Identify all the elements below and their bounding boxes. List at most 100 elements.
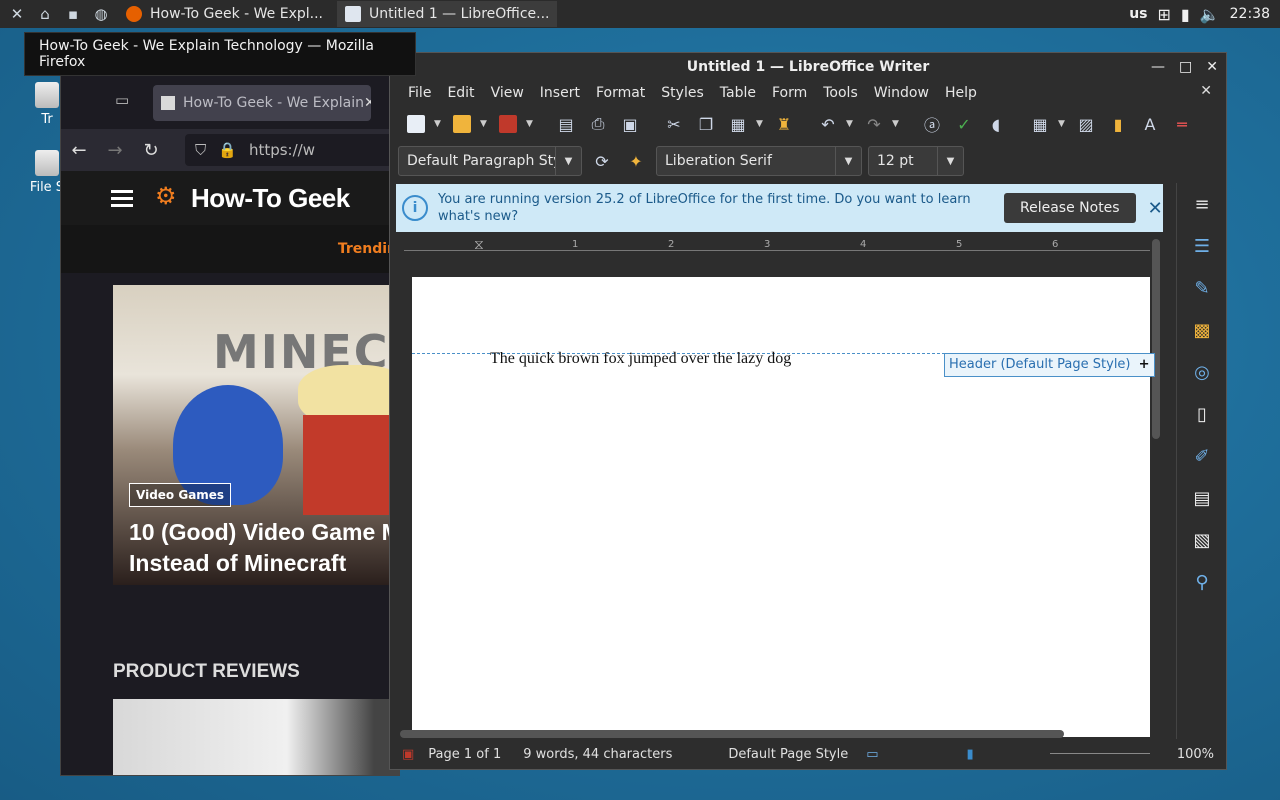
open-folder-icon[interactable] <box>448 110 476 138</box>
indent-marker-icon[interactable]: ⧖ <box>474 237 484 253</box>
manage-changes-icon[interactable]: ▤ <box>1177 477 1226 519</box>
release-notes-button[interactable]: Release Notes <box>1004 193 1136 223</box>
undo-icon[interactable]: ↶ <box>814 110 842 138</box>
home-icon[interactable]: ⌂ <box>34 3 56 25</box>
chevron-down-icon[interactable]: ▼ <box>835 147 861 175</box>
menu-window[interactable]: Window <box>866 85 937 101</box>
menu-table[interactable]: Table <box>712 85 764 101</box>
tab-list-icon[interactable]: ▭ <box>115 91 129 109</box>
document-modified-icon[interactable]: ▣ <box>402 747 414 762</box>
document-text[interactable]: The quick brown fox jumped over the lazy… <box>490 350 791 368</box>
zoom-level[interactable]: 100% <box>1177 747 1214 762</box>
shield-icon[interactable]: ⛉ <box>195 141 206 159</box>
new-document-icon[interactable] <box>402 110 430 138</box>
close-document-icon[interactable]: ✕ <box>1200 83 1212 99</box>
copy-icon[interactable]: ❐ <box>692 110 720 138</box>
insert-image-icon[interactable]: ▨ <box>1072 110 1100 138</box>
style-inspector-icon[interactable]: ✐ <box>1177 435 1226 477</box>
insert-textbox-icon[interactable]: A <box>1136 110 1164 138</box>
url-bar[interactable]: ⛉ 🔒 https://w <box>185 134 399 166</box>
design-icon[interactable]: ▧ <box>1177 519 1226 561</box>
sidebar-menu-icon[interactable]: ≡ <box>1177 183 1226 225</box>
maximize-icon[interactable]: □ <box>1179 53 1192 81</box>
undo-dropdown-icon[interactable]: ▼ <box>846 119 856 129</box>
find-icon[interactable]: ⚲ <box>1177 561 1226 603</box>
paste-icon[interactable]: ▦ <box>724 110 752 138</box>
close-window-icon[interactable]: ✕ <box>1206 53 1218 81</box>
menu-form[interactable]: Form <box>764 85 815 101</box>
minimize-icon[interactable]: — <box>1151 53 1165 81</box>
menu-edit[interactable]: Edit <box>439 85 482 101</box>
save-dropdown-icon[interactable]: ▼ <box>526 119 536 129</box>
paragraph-style-select[interactable]: Default Paragraph Sty ▼ <box>398 146 582 176</box>
reload-icon[interactable]: ↻ <box>133 140 169 161</box>
cut-icon[interactable]: ✂ <box>660 110 688 138</box>
font-name-select[interactable]: Liberation Serif ▼ <box>656 146 862 176</box>
globe-icon[interactable]: ◍ <box>90 3 112 25</box>
plus-icon[interactable]: + <box>1139 357 1150 372</box>
clock[interactable]: 22:38 <box>1230 6 1270 22</box>
header-toggle-button[interactable]: Header (Default Page Style) + <box>944 353 1155 377</box>
battery-icon[interactable]: ▮ <box>1181 5 1190 24</box>
forward-icon[interactable]: → <box>97 140 133 161</box>
tab-howtogeek[interactable]: How-To Geek - We Explain ✕ <box>153 85 371 121</box>
horizontal-scrollbar[interactable] <box>400 730 1064 738</box>
app-menu-icon[interactable]: ✕ <box>6 3 28 25</box>
clone-formatting-icon[interactable]: ♜ <box>770 110 798 138</box>
category-badge[interactable]: Video Games <box>129 483 232 507</box>
task-firefox[interactable]: How-To Geek - We Expl... <box>118 1 331 27</box>
insert-chart-icon[interactable]: ▮ <box>1104 110 1132 138</box>
gallery-icon[interactable]: ▩ <box>1177 309 1226 351</box>
print-icon[interactable]: ⎙ <box>584 110 612 138</box>
menu-view[interactable]: View <box>483 85 532 101</box>
menu-file[interactable]: File <box>400 85 439 101</box>
task-writer[interactable]: Untitled 1 — LibreOffice... <box>336 1 558 27</box>
navigator-icon[interactable]: ◎ <box>1177 351 1226 393</box>
page-icon[interactable]: ▯ <box>1177 393 1226 435</box>
redo-icon[interactable]: ↷ <box>860 110 888 138</box>
close-tab-icon[interactable]: ✕ <box>364 95 371 111</box>
keyboard-layout[interactable]: us <box>1129 6 1147 22</box>
table-dropdown-icon[interactable]: ▼ <box>1058 119 1068 129</box>
word-count[interactable]: 9 words, 44 characters <box>523 747 672 762</box>
menu-help[interactable]: Help <box>937 85 985 101</box>
print-preview-icon[interactable]: ▣ <box>616 110 644 138</box>
hamburger-menu-icon[interactable] <box>111 186 133 211</box>
network-icon[interactable]: ⊞ <box>1158 5 1171 24</box>
page-style[interactable]: Default Page Style <box>728 747 848 762</box>
menu-styles[interactable]: Styles <box>653 85 711 101</box>
update-style-icon[interactable]: ⟳ <box>588 147 616 175</box>
formatting-marks-icon[interactable]: ◖ <box>982 110 1010 138</box>
new-dropdown-icon[interactable]: ▼ <box>434 119 444 129</box>
single-page-view-icon[interactable]: ▮ <box>967 747 974 762</box>
export-pdf-icon[interactable]: ▤ <box>552 110 580 138</box>
page-count[interactable]: Page 1 of 1 <box>428 747 501 762</box>
styles-icon[interactable]: ✎ <box>1177 267 1226 309</box>
terminal-icon[interactable]: ▪ <box>62 3 84 25</box>
vertical-scrollbar[interactable] <box>1152 239 1160 439</box>
save-icon[interactable] <box>494 110 522 138</box>
chevron-down-icon[interactable]: ▼ <box>937 147 963 175</box>
ruler[interactable]: 1 2 3 4 5 6 ⧖ <box>404 237 1150 261</box>
open-dropdown-icon[interactable]: ▼ <box>480 119 490 129</box>
page-break-icon[interactable]: ═ <box>1168 110 1196 138</box>
paste-dropdown-icon[interactable]: ▼ <box>756 119 766 129</box>
zoom-slider[interactable] <box>1050 753 1150 754</box>
document-page[interactable]: The quick brown fox jumped over the lazy… <box>412 277 1155 737</box>
font-size-select[interactable]: 12 pt ▼ <box>868 146 964 176</box>
site-logo[interactable]: ⚙ How-To Geek <box>155 182 350 214</box>
close-infobar-icon[interactable]: ✕ <box>1148 198 1163 219</box>
redo-dropdown-icon[interactable]: ▼ <box>892 119 902 129</box>
back-icon[interactable]: ← <box>61 140 97 161</box>
volume-icon[interactable]: 🔈 <box>1200 5 1220 24</box>
new-style-icon[interactable]: ✦ <box>622 147 650 175</box>
properties-icon[interactable]: ☰ <box>1177 225 1226 267</box>
spelling-icon[interactable]: ✓ <box>950 110 978 138</box>
chevron-down-icon[interactable]: ▼ <box>555 147 581 175</box>
insert-table-icon[interactable]: ▦ <box>1026 110 1054 138</box>
feature-title[interactable]: 10 (Good) Video Game M Instead of Minecr… <box>129 517 399 579</box>
lock-icon[interactable]: 🔒 <box>218 141 237 159</box>
menu-insert[interactable]: Insert <box>532 85 588 101</box>
menu-tools[interactable]: Tools <box>815 85 866 101</box>
find-replace-icon[interactable]: ⓐ <box>918 110 946 138</box>
